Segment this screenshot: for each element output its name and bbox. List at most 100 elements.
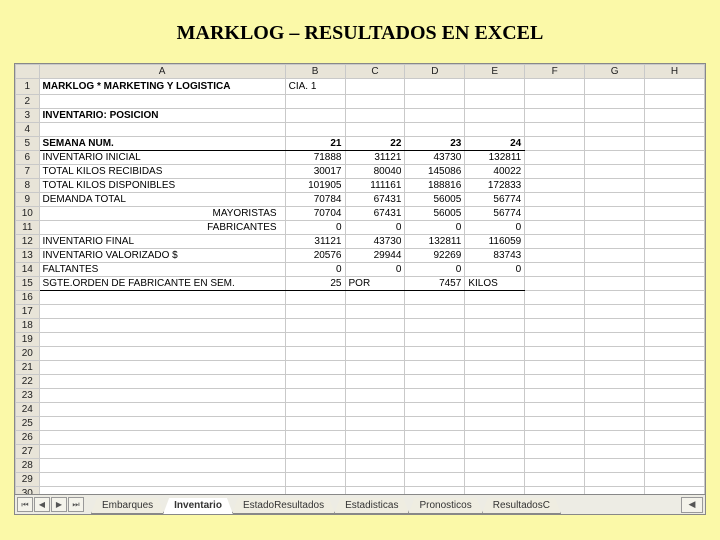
col-C[interactable]: C: [345, 65, 405, 79]
cell[interactable]: INVENTARIO: POSICION: [39, 109, 285, 123]
cell[interactable]: [405, 79, 465, 95]
tab-estadoresultados[interactable]: EstadoResultados: [232, 498, 335, 514]
cell[interactable]: 67431: [345, 193, 405, 207]
cell[interactable]: 22: [345, 137, 405, 151]
row-header[interactable]: 22: [16, 375, 40, 389]
cell[interactable]: MAYORISTAS: [39, 207, 285, 221]
cell[interactable]: [585, 347, 645, 361]
cell[interactable]: [525, 333, 585, 347]
row-header[interactable]: 24: [16, 403, 40, 417]
cell[interactable]: 67431: [345, 207, 405, 221]
cell[interactable]: [645, 263, 705, 277]
cell[interactable]: [39, 361, 285, 375]
cell[interactable]: [405, 123, 465, 137]
cell[interactable]: 116059: [465, 235, 525, 249]
cell[interactable]: SGTE.ORDEN DE FABRICANTE EN SEM.: [39, 277, 285, 291]
cell[interactable]: 111161: [345, 179, 405, 193]
cell[interactable]: 188816: [405, 179, 465, 193]
cell[interactable]: 145086: [405, 165, 465, 179]
cell[interactable]: 56005: [405, 207, 465, 221]
cell[interactable]: [345, 403, 405, 417]
cell[interactable]: [345, 347, 405, 361]
cell[interactable]: [585, 389, 645, 403]
cell[interactable]: [39, 389, 285, 403]
cell[interactable]: [465, 473, 525, 487]
cell[interactable]: [645, 249, 705, 263]
col-D[interactable]: D: [405, 65, 465, 79]
cell[interactable]: [645, 123, 705, 137]
cell[interactable]: [345, 361, 405, 375]
cell[interactable]: 24: [465, 137, 525, 151]
cell[interactable]: [645, 221, 705, 235]
cell[interactable]: [465, 347, 525, 361]
cell[interactable]: [645, 165, 705, 179]
cell[interactable]: [645, 431, 705, 445]
cell[interactable]: TOTAL KILOS DISPONIBLES: [39, 179, 285, 193]
cell[interactable]: [285, 473, 345, 487]
cell[interactable]: [585, 417, 645, 431]
cell[interactable]: [345, 459, 405, 473]
cell[interactable]: [645, 193, 705, 207]
cell[interactable]: [525, 221, 585, 235]
row-header[interactable]: 29: [16, 473, 40, 487]
cell[interactable]: [585, 277, 645, 291]
tab-inventario[interactable]: Inventario: [163, 498, 233, 514]
cell[interactable]: [525, 207, 585, 221]
row-header[interactable]: 4: [16, 123, 40, 137]
cell[interactable]: [525, 319, 585, 333]
cell[interactable]: [585, 305, 645, 319]
cell[interactable]: [39, 417, 285, 431]
cell[interactable]: [465, 95, 525, 109]
row-header[interactable]: 7: [16, 165, 40, 179]
cell[interactable]: [345, 417, 405, 431]
cell[interactable]: [645, 291, 705, 305]
cell[interactable]: 0: [285, 221, 345, 235]
cell[interactable]: FABRICANTES: [39, 221, 285, 235]
cell[interactable]: [525, 389, 585, 403]
cell[interactable]: [405, 95, 465, 109]
tab-estadisticas[interactable]: Estadisticas: [334, 498, 409, 514]
row-header[interactable]: 20: [16, 347, 40, 361]
cell[interactable]: [39, 431, 285, 445]
cell[interactable]: [585, 151, 645, 165]
cell[interactable]: [525, 277, 585, 291]
cell[interactable]: [525, 291, 585, 305]
cell[interactable]: [585, 431, 645, 445]
cell[interactable]: [585, 473, 645, 487]
row-header[interactable]: 6: [16, 151, 40, 165]
cell[interactable]: DEMANDA TOTAL: [39, 193, 285, 207]
cell[interactable]: [345, 305, 405, 319]
cell[interactable]: [645, 151, 705, 165]
row-header[interactable]: 21: [16, 361, 40, 375]
row-header[interactable]: 17: [16, 305, 40, 319]
cell[interactable]: INVENTARIO FINAL: [39, 235, 285, 249]
row-header[interactable]: 5: [16, 137, 40, 151]
cell[interactable]: [585, 263, 645, 277]
cell[interactable]: [645, 207, 705, 221]
cell[interactable]: [585, 249, 645, 263]
cell[interactable]: [585, 235, 645, 249]
cell[interactable]: [645, 403, 705, 417]
cell[interactable]: [585, 403, 645, 417]
cell[interactable]: [39, 375, 285, 389]
cell[interactable]: [525, 263, 585, 277]
cell[interactable]: [39, 291, 285, 305]
cell[interactable]: FALTANTES: [39, 263, 285, 277]
cell[interactable]: [525, 431, 585, 445]
cell[interactable]: [405, 305, 465, 319]
cell[interactable]: [645, 137, 705, 151]
cell[interactable]: 71888: [285, 151, 345, 165]
cell[interactable]: [585, 361, 645, 375]
cell[interactable]: [585, 375, 645, 389]
cell[interactable]: [585, 193, 645, 207]
row-header[interactable]: 28: [16, 459, 40, 473]
cell[interactable]: POR: [345, 277, 405, 291]
cell[interactable]: MARKLOG * MARKETING Y LOGISTICA: [39, 79, 285, 95]
cell[interactable]: [585, 109, 645, 123]
cell[interactable]: 0: [465, 263, 525, 277]
cell[interactable]: [345, 431, 405, 445]
cell[interactable]: 56774: [465, 193, 525, 207]
cell[interactable]: 30017: [285, 165, 345, 179]
row-header[interactable]: 19: [16, 333, 40, 347]
cell[interactable]: [585, 165, 645, 179]
